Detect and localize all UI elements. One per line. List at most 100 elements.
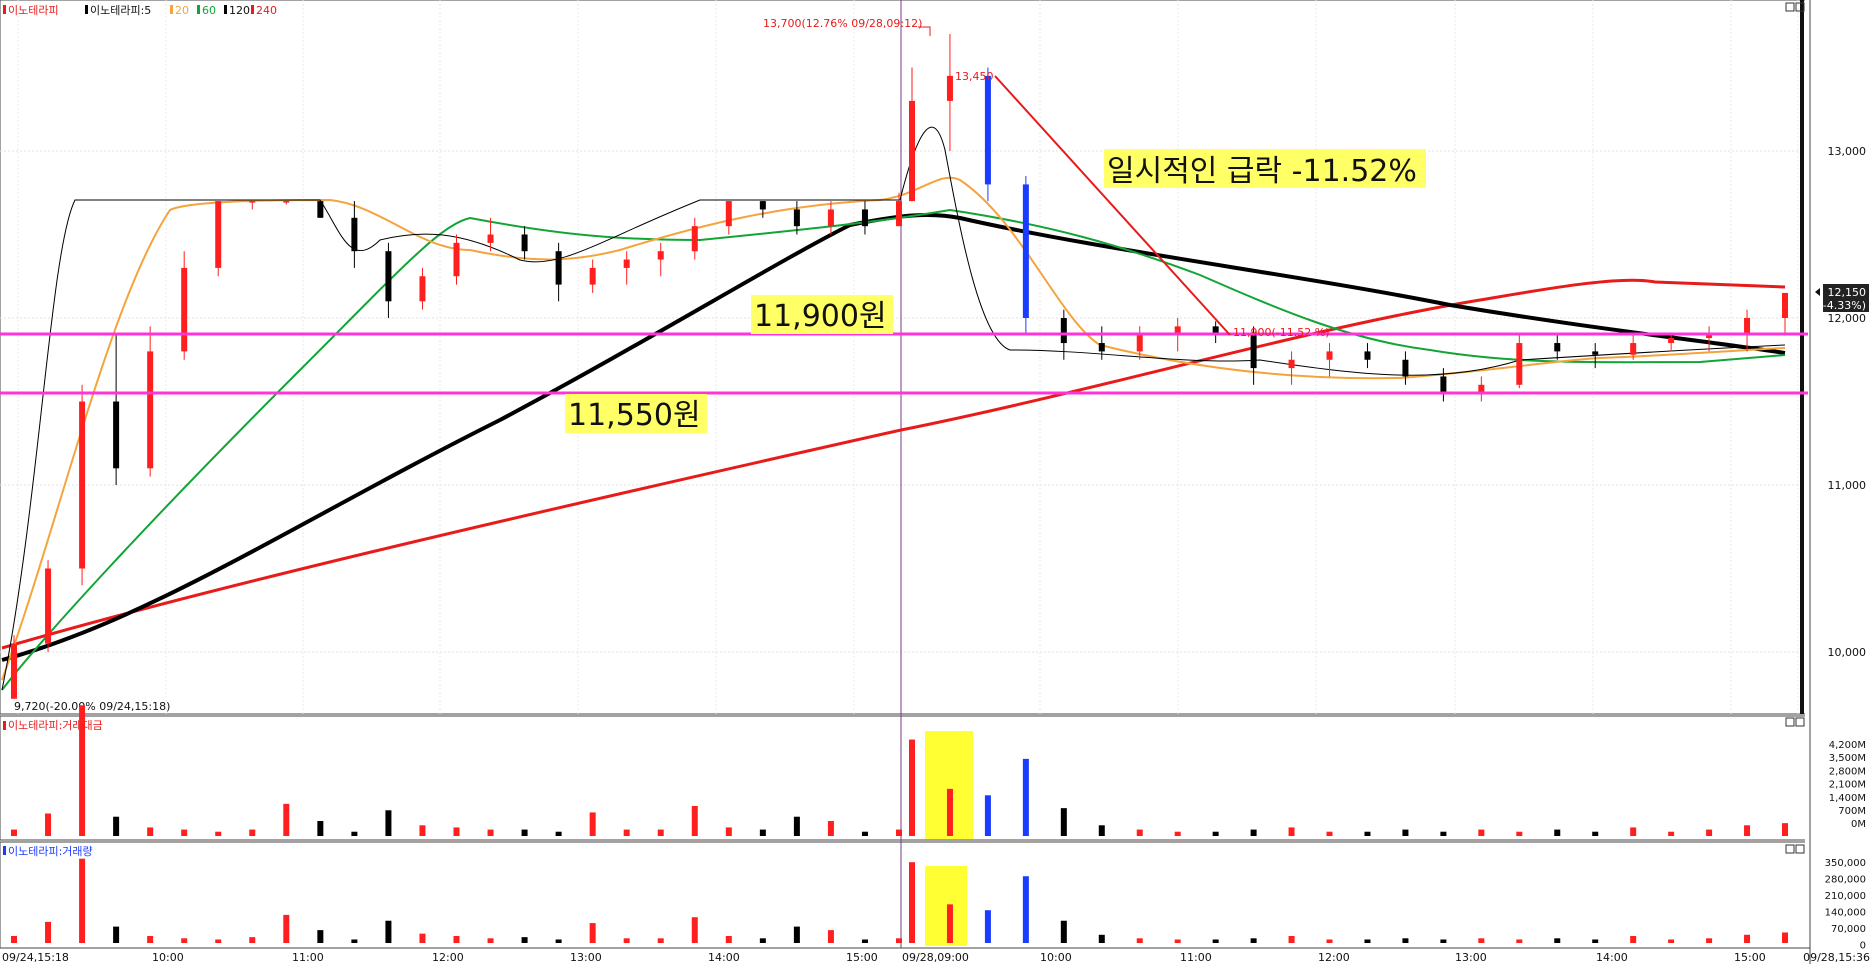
time-tick-label: 11:00 — [1180, 951, 1212, 964]
amount-bar — [487, 829, 494, 836]
amount-bar — [946, 788, 953, 836]
amount-legend-label: 이노테라피:거래대금 — [8, 719, 103, 732]
level2-annotation-text: 11,550원 — [568, 398, 701, 433]
candle-body — [1022, 184, 1029, 318]
time-tick-label: 12:00 — [432, 951, 464, 964]
time-tick-label: 12:00 — [1318, 951, 1350, 964]
volume-tick-label: 210,000 — [1825, 891, 1866, 902]
time-tick-label: 09/28,09:00 — [902, 951, 969, 964]
volume-bar — [1782, 932, 1788, 943]
candle-body — [1250, 334, 1257, 369]
amount-bar — [691, 806, 698, 836]
candle-body — [861, 209, 868, 227]
amount-bar — [759, 829, 766, 836]
amount-bar — [45, 813, 52, 836]
time-tick-label: 13:00 — [1455, 951, 1487, 964]
candle-body — [555, 251, 562, 285]
volume-bar — [419, 933, 426, 943]
time-tick-label: 14:00 — [1596, 951, 1628, 964]
amount-tick-label: 700M — [1838, 806, 1866, 817]
chart-canvas[interactable]: 13,700(12.76% 09/28,09:12) 13,450 9,720(… — [0, 0, 1872, 964]
price-tick-label: 12,000 — [1828, 312, 1867, 325]
volume-bar — [1516, 939, 1523, 943]
amount-bar — [1516, 831, 1523, 836]
candle-body — [385, 251, 392, 302]
volume-bar — [521, 937, 528, 943]
ma120-legend-swatch — [224, 5, 227, 14]
amount-bar — [1022, 758, 1029, 836]
volume-bar — [657, 938, 664, 943]
candle-body — [1782, 292, 1788, 318]
candle-body — [453, 242, 460, 277]
volume-bar — [589, 923, 596, 943]
volume-bar — [1022, 876, 1029, 943]
amount-bar — [215, 831, 222, 836]
candle-body — [521, 234, 528, 252]
volume-tick-label: 280,000 — [1825, 875, 1866, 886]
volume-tick-label: 350,000 — [1825, 858, 1866, 869]
time-tick-label: 09/24,15:18 — [2, 951, 69, 964]
volume-bar — [1364, 939, 1371, 943]
amount-panel — [0, 715, 1811, 841]
amount-bar — [1744, 825, 1751, 836]
amount-bar — [1174, 831, 1181, 836]
ma20-legend-swatch — [170, 5, 173, 14]
candle-body — [1136, 334, 1143, 352]
candle-body — [623, 259, 630, 268]
volume-bar — [147, 935, 154, 943]
volume-bar — [1212, 939, 1219, 943]
volume-bar — [215, 939, 222, 943]
time-tick-label: 14:00 — [708, 951, 740, 964]
volume-bar — [725, 935, 732, 943]
candle-body — [79, 401, 86, 569]
amount-bar — [896, 829, 902, 836]
price-tick-label: 11,000 — [1828, 479, 1867, 492]
amount-bar — [984, 795, 991, 836]
volume-bar — [1174, 939, 1181, 943]
amount-bar — [1478, 829, 1485, 836]
ma60-legend: 60 — [202, 4, 216, 17]
time-tick-label: 15:00 — [1734, 951, 1766, 964]
volume-bar — [317, 930, 324, 943]
amount-bar — [1250, 829, 1257, 836]
volume-bar — [487, 938, 494, 943]
candle-body — [1060, 318, 1067, 344]
amount-tick-label: 3,500M — [1829, 753, 1866, 764]
volume-bar — [827, 930, 834, 943]
amount-bar — [725, 827, 732, 836]
candle-body — [487, 234, 494, 243]
amount-tick-label: 1,400M — [1829, 793, 1866, 804]
candle-body — [1516, 343, 1523, 385]
price-legend-name: 이노테라피 — [8, 4, 59, 17]
volume-bar — [1250, 938, 1257, 943]
candle-body — [1364, 351, 1371, 360]
current-price-tag: 12,150 (-4.33%) — [1815, 284, 1869, 312]
level1-annotation-text: 11,900원 — [754, 299, 887, 334]
amount-bar — [1630, 827, 1637, 836]
amount-bar — [1364, 831, 1371, 836]
amount-legend-swatch — [3, 721, 6, 730]
amount-bar — [1782, 823, 1788, 836]
time-tick-label: 11:00 — [292, 951, 324, 964]
time-axis: 09/24,15:18 10:00 11:00 12:00 13:00 14:00 15:0… — [2, 951, 1870, 964]
volume-bar — [623, 938, 630, 943]
amount-bar — [521, 829, 528, 836]
mid-price-label: 11,900(-11.52 %) — [1233, 326, 1329, 339]
ma240-legend: 240 — [256, 4, 277, 17]
amount-bar — [1554, 829, 1561, 836]
time-tick-label: 10:00 — [152, 951, 184, 964]
candle-body — [249, 201, 256, 203]
candle-body — [45, 568, 52, 644]
candle-body — [827, 209, 834, 227]
volume-bar — [11, 935, 17, 943]
candle-body — [147, 351, 154, 469]
amount-tick-label: 0M — [1851, 819, 1866, 830]
volume-bar — [909, 862, 915, 943]
candle-body — [351, 217, 358, 252]
price-panel — [0, 0, 1811, 715]
volume-tick-label: 140,000 — [1825, 908, 1866, 919]
amount-legend: 이노테라피:거래대금 — [3, 719, 103, 732]
price-legend: 이노테라피 이노테라피:5 20 60 120 240 — [3, 4, 277, 17]
ma20-legend: 20 — [175, 4, 189, 17]
price-scrollbar[interactable] — [1800, 0, 1804, 714]
